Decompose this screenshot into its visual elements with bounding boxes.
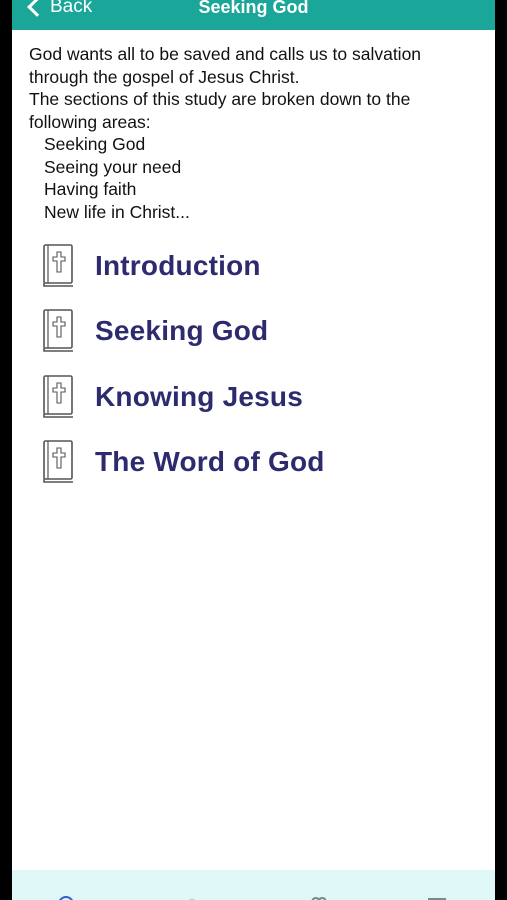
area-item: Seeing your need: [44, 156, 182, 177]
area-item: Seeking God: [44, 134, 146, 154]
menu-item-label: Introduction: [95, 249, 261, 281]
tab-bar: [12, 870, 495, 900]
intro-text: God wants all to be saved and calls us t…: [29, 43, 479, 223]
menu-item-label: The Word of God: [95, 446, 325, 478]
menu-item-introduction[interactable]: Introduction: [42, 233, 482, 299]
menu-item-knowing-jesus[interactable]: Knowing Jesus: [42, 364, 482, 430]
section-menu: Introduction Seeking God Knowing Jesus T…: [42, 233, 482, 495]
bible-icon: [43, 309, 73, 353]
intro-paragraph-2: The sections of this study are broken do…: [29, 89, 411, 132]
bible-icon: [43, 243, 73, 287]
navigation-bar: Back Seeking God: [12, 0, 495, 30]
home-icon[interactable]: [56, 894, 76, 900]
search-icon[interactable]: [182, 894, 202, 900]
areas-list: Seeking God Seeing your need Having fait…: [29, 133, 479, 223]
page-title: Seeking God: [198, 0, 309, 17]
area-item: Having faith: [44, 179, 137, 199]
menu-item-label: Seeking God: [95, 315, 269, 347]
menu-item-label: Knowing Jesus: [95, 380, 303, 412]
bible-icon: [43, 374, 73, 418]
app-screen: Back Seeking God God wants all to be sav…: [12, 0, 495, 900]
menu-item-word-of-god[interactable]: The Word of God: [42, 430, 482, 496]
intro-paragraph-1: God wants all to be saved and calls us t…: [29, 44, 422, 87]
favorites-icon[interactable]: [309, 894, 329, 900]
menu-item-seeking-god[interactable]: Seeking God: [42, 299, 482, 365]
library-icon[interactable]: [427, 894, 447, 900]
bible-icon: [43, 440, 73, 484]
area-item: New life in Christ...: [44, 201, 190, 222]
